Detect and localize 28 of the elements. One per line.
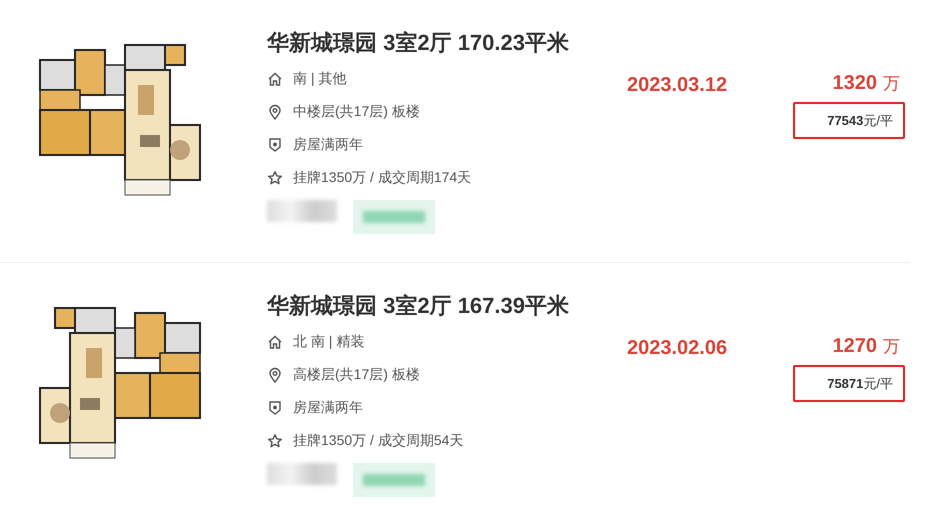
house-icon	[267, 70, 283, 86]
listing-detail: 挂牌1350万 / 成交周期54天	[293, 431, 464, 450]
blurred-tag	[267, 463, 337, 485]
listing-title[interactable]: 华新城璟园 3室2厅 167.39平米	[267, 291, 627, 321]
star-icon	[267, 432, 283, 448]
shield-icon	[267, 400, 283, 416]
deal-date: 2023.03.12	[627, 74, 728, 96]
listing-detail: 北 南 | 精装	[293, 332, 364, 351]
price-unit: 万	[883, 73, 900, 95]
unit-price: 75871元/平	[793, 365, 905, 402]
total-price: 1320	[832, 71, 877, 96]
location-pin-icon	[267, 104, 283, 120]
listing-detail: 中楼层(共17层) 板楼	[293, 102, 420, 121]
total-price: 1270	[832, 334, 877, 359]
unit-price: 77543元/平	[793, 102, 905, 139]
blurred-tag	[267, 200, 337, 222]
star-icon	[267, 170, 283, 186]
listing-detail: 高楼层(共17层) 板楼	[293, 365, 420, 384]
listing-title[interactable]: 华新城璟园 3室2厅 170.23平米	[267, 28, 627, 58]
price-unit: 万	[883, 336, 900, 358]
listing-detail: 房屋满两年	[293, 398, 363, 417]
shield-icon	[267, 136, 283, 152]
listing-detail: 南 | 其他	[293, 69, 346, 88]
house-icon	[267, 334, 283, 350]
deal-date: 2023.02.06	[627, 337, 728, 359]
listing-detail: 挂牌1350万 / 成交周期174天	[293, 168, 472, 187]
listing-detail: 房屋满两年	[293, 135, 363, 154]
location-pin-icon	[267, 366, 283, 382]
